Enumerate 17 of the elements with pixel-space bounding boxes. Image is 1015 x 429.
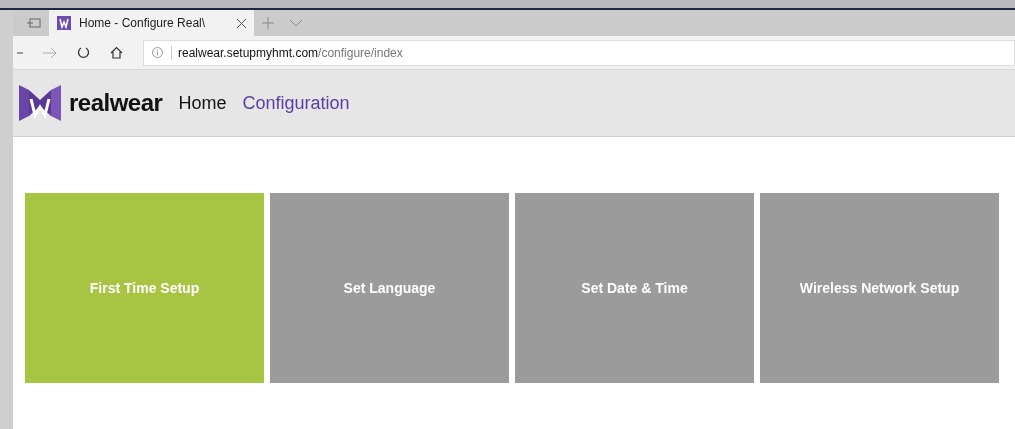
logo-text: realwear <box>69 89 163 117</box>
home-icon[interactable] <box>110 46 123 59</box>
info-icon <box>152 47 163 58</box>
refresh-icon[interactable] <box>77 46 90 59</box>
tab-preview-icon[interactable] <box>27 17 41 29</box>
chevron-down-icon[interactable] <box>290 19 302 27</box>
close-icon[interactable] <box>237 18 246 28</box>
nav-link[interactable]: Configuration <box>242 92 350 114</box>
address-field[interactable]: realwear.setupmyhmt.com/configure/index <box>143 39 1015 66</box>
logo-icon <box>19 85 61 121</box>
tab-title: Home - Configure Real\ <box>79 16 207 30</box>
forward-icon[interactable] <box>43 46 57 59</box>
url-text: realwear.setupmyhmt.com/configure/index <box>171 45 403 60</box>
logo-icon <box>57 16 71 30</box>
plus-icon[interactable] <box>262 17 274 29</box>
browser-tab[interactable]: Home - Configure Real\ <box>49 10 254 36</box>
nav-link[interactable]: Home <box>178 92 227 114</box>
